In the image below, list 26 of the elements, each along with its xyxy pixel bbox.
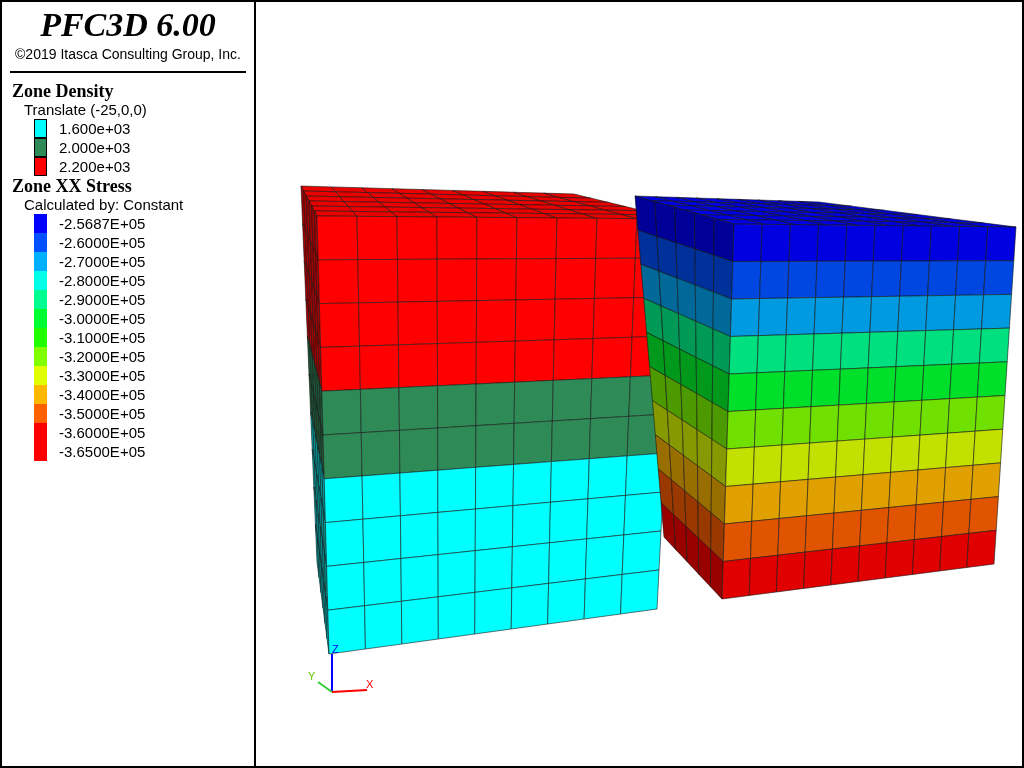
z-axis-label: Z [332,643,339,655]
legend-value: -2.5687E+05 [59,214,146,233]
legend-value: -2.6000E+05 [59,233,146,252]
x-axis-label: X [366,678,374,690]
legend-heading: Zone Density [12,81,115,101]
legend-value: -2.8000E+05 [59,271,146,290]
legend-value: -2.7000E+05 [59,252,146,271]
legend-value: -3.3000E+05 [59,366,146,385]
copyright-text: ©2019 Itasca Consulting Group, Inc. [14,45,242,63]
legend-value: 1.600e+03 [59,119,131,138]
legend-value: -3.4000E+05 [59,385,146,404]
legend-heading: Zone XX Stress [12,176,133,196]
app-title: PFC3D 6.00 [39,6,217,44]
legend-value: -3.0000E+05 [59,309,146,328]
axis-triad-drawing [317,653,368,693]
legend-value: -3.1000E+05 [59,328,146,347]
legend-subtitle: Calculated by: Constant [24,196,185,214]
legend-value: -3.6500E+05 [59,442,146,461]
legend-value: -3.2000E+05 [59,347,146,366]
legend-value: -3.6000E+05 [59,423,146,442]
legend-value: 2.000e+03 [59,138,131,157]
legend-value: -2.9000E+05 [59,290,146,309]
legend-value: 2.200e+03 [59,157,131,176]
legend-subtitle: Translate (-25,0,0) [24,101,148,119]
legend-value: -3.5000E+05 [59,404,146,423]
y-axis-label: Y [308,670,316,682]
